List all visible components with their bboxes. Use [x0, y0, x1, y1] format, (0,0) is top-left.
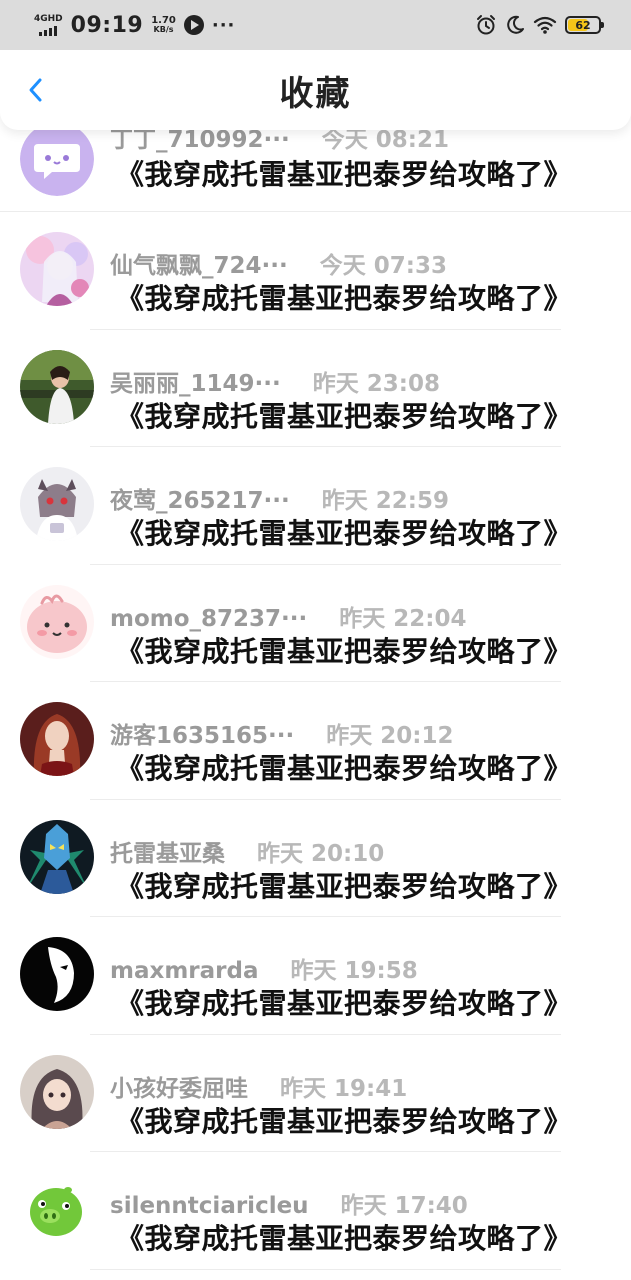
pink-blob-avatar[interactable]: [20, 584, 94, 659]
list-item[interactable]: 游客1635165··· 昨天 20:12 《我穿成托雷基亚把泰罗给攻略了》: [0, 682, 631, 800]
photo-woman-avatar[interactable]: [20, 349, 94, 424]
timestamp: 昨天 19:58: [290, 958, 418, 984]
list-item[interactable]: 吴丽丽_1149··· 昨天 23:08 《我穿成托雷基亚把泰罗给攻略了》: [0, 330, 631, 448]
novel-title[interactable]: 《我穿成托雷基亚把泰罗给攻略了》: [116, 865, 572, 905]
username[interactable]: 吴丽丽_1149···: [110, 364, 281, 398]
timestamp: 昨天 22:04: [339, 605, 467, 632]
favorites-list: 丁丁_710992··· 今天 08:21 《我穿成托雷基亚把泰罗给攻略了》 仙…: [0, 98, 631, 1270]
item-meta: 仙气飘飘_724··· 今天 07:33: [110, 246, 447, 280]
novel-title[interactable]: 《我穿成托雷基亚把泰罗给攻略了》: [116, 395, 572, 435]
anime-girl-dark-avatar[interactable]: [20, 1054, 94, 1129]
list-item[interactable]: 托雷基亚桑 昨天 20:10 《我穿成托雷基亚把泰罗给攻略了》: [0, 800, 631, 918]
status-bar-left: 4GHD 09:19 1.70 KB/s ···: [34, 13, 235, 38]
status-bar-right: 62: [475, 14, 604, 36]
username[interactable]: momo_87237···: [110, 606, 307, 632]
moon-icon: [507, 15, 524, 34]
novel-title[interactable]: 《我穿成托雷基亚把泰罗给攻略了》: [116, 630, 572, 670]
novel-title[interactable]: 《我穿成托雷基亚把泰罗给攻略了》: [116, 1100, 572, 1140]
item-meta: 游客1635165··· 昨天 20:12: [110, 716, 453, 750]
item-meta: 托雷基亚桑 昨天 20:10: [110, 834, 384, 868]
battery-level: 62: [575, 18, 591, 32]
novel-title[interactable]: 《我穿成托雷基亚把泰罗给攻略了》: [116, 982, 572, 1022]
novel-title[interactable]: 《我穿成托雷基亚把泰罗给攻略了》: [116, 153, 572, 193]
chibi-character-avatar[interactable]: [20, 467, 94, 541]
username[interactable]: 托雷基亚桑: [110, 834, 225, 868]
list-item[interactable]: maxmrarda 昨天 19:58 《我穿成托雷基亚把泰罗给攻略了》: [0, 917, 631, 1035]
list-item[interactable]: silenntciaricleu 昨天 17:40 《我穿成托雷基亚把泰罗给攻略…: [0, 1152, 631, 1270]
timestamp: 昨天 20:10: [257, 840, 385, 867]
timestamp: 今天 07:33: [319, 253, 447, 279]
network-speed: 1.70 KB/s: [151, 15, 176, 35]
username[interactable]: 仙气飘飘_724···: [110, 246, 288, 280]
item-meta: 小孩好委屈哇 昨天 19:41: [110, 1069, 407, 1103]
play-icon: [183, 15, 204, 35]
item-meta: 吴丽丽_1149··· 昨天 23:08: [110, 364, 440, 398]
timestamp: 昨天 17:40: [340, 1193, 468, 1219]
username[interactable]: 游客1635165···: [110, 716, 294, 750]
purple-chat-avatar[interactable]: [20, 122, 94, 196]
item-meta: maxmrarda 昨天 19:58: [110, 951, 418, 985]
wifi-icon: [533, 16, 557, 34]
header-bar: 收藏: [0, 50, 631, 130]
username[interactable]: maxmrarda: [110, 958, 258, 984]
item-meta: 夜莺_265217··· 昨天 22:59: [110, 481, 449, 515]
list-item[interactable]: 小孩好委屈哇 昨天 19:41 《我穿成托雷基亚把泰罗给攻略了》: [0, 1035, 631, 1153]
back-button[interactable]: [22, 76, 50, 104]
network-type: 4GHD: [34, 13, 63, 24]
list-item[interactable]: 夜莺_265217··· 昨天 22:59 《我穿成托雷基亚把泰罗给攻略了》: [0, 447, 631, 565]
item-meta: momo_87237··· 昨天 22:04: [110, 599, 466, 633]
signal-icon: [39, 25, 58, 36]
green-pig-avatar[interactable]: [20, 1172, 94, 1246]
page-title: 收藏: [279, 73, 352, 114]
timestamp: 昨天 23:08: [312, 370, 440, 397]
network-speed-unit: KB/s: [153, 25, 174, 35]
novel-title[interactable]: 《我穿成托雷基亚把泰罗给攻略了》: [116, 1217, 572, 1257]
alarm-icon: [477, 15, 495, 35]
clock: 09:19: [70, 12, 144, 38]
timestamp: 昨天 20:12: [326, 723, 454, 749]
username[interactable]: silenntciaricleu: [110, 1193, 309, 1219]
novel-title[interactable]: 《我穿成托雷基亚把泰罗给攻略了》: [116, 512, 572, 552]
chevron-left-icon: [29, 78, 42, 102]
ultraman-avatar[interactable]: [20, 819, 94, 894]
timestamp: 昨天 22:59: [321, 488, 449, 514]
username[interactable]: 夜莺_265217···: [110, 481, 290, 515]
more-notifications: ···: [211, 14, 236, 36]
list-item[interactable]: momo_87237··· 昨天 22:04 《我穿成托雷基亚把泰罗给攻略了》: [0, 565, 631, 683]
anime-girl-pink-avatar[interactable]: [20, 232, 94, 306]
status-bar: 4GHD 09:19 1.70 KB/s ··· 62: [0, 0, 631, 50]
battery-icon: 62: [565, 16, 604, 34]
username[interactable]: 小孩好委屈哇: [110, 1069, 248, 1103]
novel-title[interactable]: 《我穿成托雷基亚把泰罗给攻略了》: [116, 747, 572, 787]
item-meta: silenntciaricleu 昨天 17:40: [110, 1186, 468, 1220]
network-indicator: 4GHD: [34, 13, 63, 36]
red-hair-woman-avatar[interactable]: [20, 702, 94, 776]
mask-face-avatar[interactable]: [20, 937, 94, 1011]
timestamp: 昨天 19:41: [280, 1075, 408, 1102]
novel-title[interactable]: 《我穿成托雷基亚把泰罗给攻略了》: [116, 277, 572, 317]
list-item[interactable]: 仙气飘飘_724··· 今天 07:33 《我穿成托雷基亚把泰罗给攻略了》: [0, 212, 631, 330]
